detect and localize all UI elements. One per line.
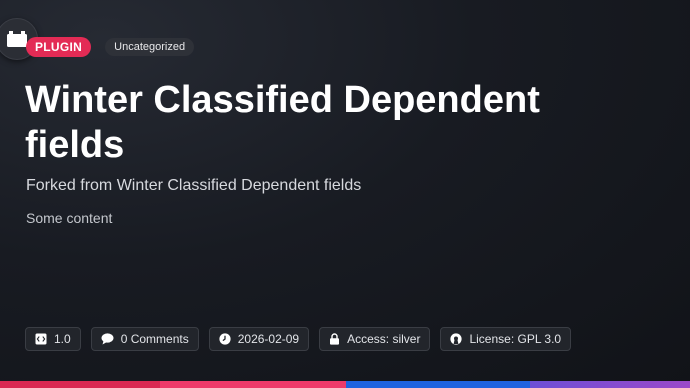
date-pill: 2026-02-09 [208, 327, 310, 351]
category-badge[interactable]: Uncategorized [105, 38, 195, 56]
page-title: Winter Classified Dependent fields [25, 79, 540, 166]
bottom-color-bar [0, 381, 690, 388]
bar-segment-2 [160, 381, 346, 388]
comments-label: 0 Comments [120, 332, 189, 346]
comments-pill[interactable]: 0 Comments [90, 327, 199, 351]
plugin-block-icon [7, 31, 27, 47]
page-subtitle: Forked from Winter Classified Dependent … [26, 177, 362, 194]
access-label: Access: silver [347, 332, 421, 346]
lock-icon [330, 333, 340, 345]
date-label: 2026-02-09 [237, 332, 300, 346]
bar-segment-1 [0, 381, 160, 388]
license-label: License: GPL 3.0 [469, 332, 562, 346]
bar-segment-4 [530, 381, 690, 388]
page-content: Some content [26, 210, 113, 226]
badge-row: PLUGIN Uncategorized [26, 37, 195, 57]
bar-segment-3 [346, 381, 530, 388]
meta-row: 1.0 0 Comments 2026-02-09 Access: silver… [25, 327, 572, 351]
code-file-icon [35, 333, 47, 345]
open-source-icon [450, 333, 463, 345]
clock-icon [219, 333, 231, 345]
version-pill: 1.0 [25, 327, 81, 351]
access-pill: Access: silver [319, 327, 431, 351]
version-label: 1.0 [54, 332, 71, 346]
type-badge[interactable]: PLUGIN [26, 37, 92, 57]
comment-icon [101, 333, 114, 345]
license-pill: License: GPL 3.0 [440, 327, 572, 351]
